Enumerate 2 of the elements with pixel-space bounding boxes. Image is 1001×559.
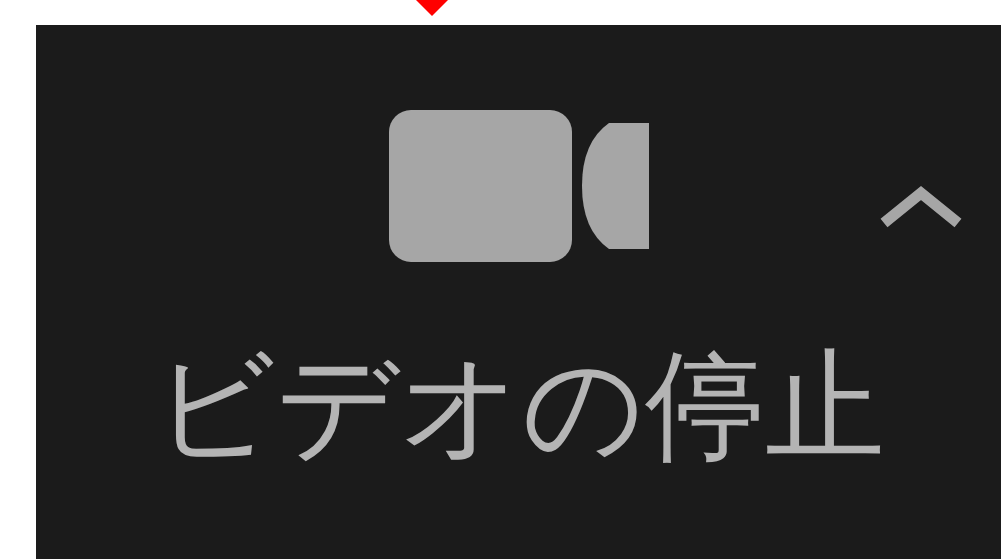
- camera-icon: [388, 110, 649, 262]
- caret-icon[interactable]: [878, 185, 964, 229]
